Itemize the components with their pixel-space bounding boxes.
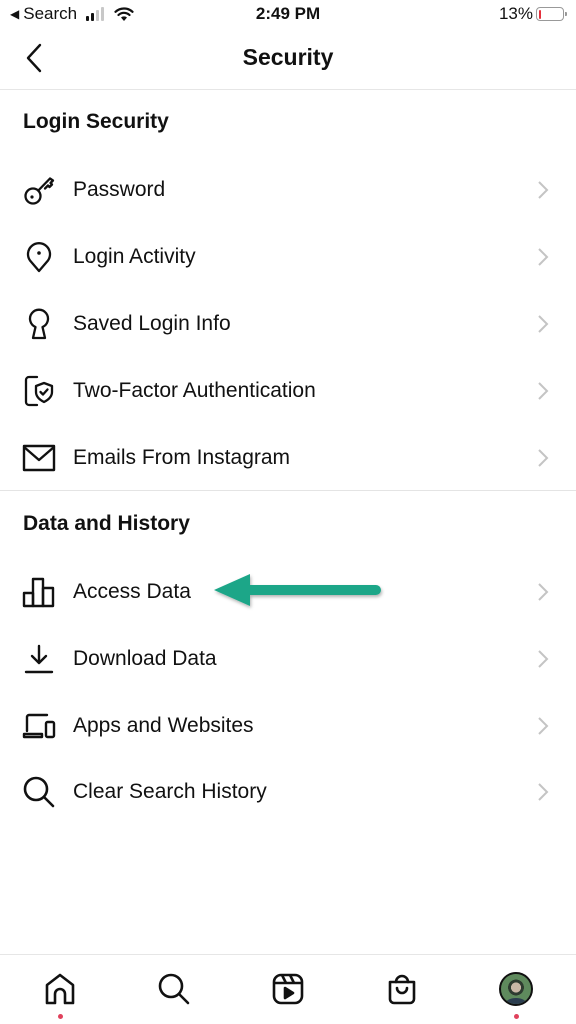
menu-item-clear-search-history[interactable]: Clear Search History [0, 758, 576, 825]
bottom-navigation [0, 954, 576, 1024]
menu-item-emails-from-instagram[interactable]: Emails From Instagram [0, 424, 576, 491]
menu-item-label: Two-Factor Authentication [73, 378, 316, 402]
menu-item-label: Access Data [73, 579, 191, 603]
menu-item-two-factor-authentication[interactable]: Two-Factor Authentication [0, 357, 576, 424]
section-title-data-and-history: Data and History [23, 512, 190, 535]
battery-level [538, 9, 542, 19]
menu-item-password[interactable]: Password [0, 156, 576, 223]
menu-item-login-activity[interactable]: Login Activity [0, 223, 576, 290]
home-icon [45, 973, 75, 1005]
section-divider [0, 490, 576, 491]
chevron-right-icon [538, 180, 549, 199]
battery-status: 13% [498, 4, 567, 24]
menu-item-label: Saved Login Info [73, 311, 231, 335]
phone-shield-icon [21, 373, 57, 409]
header: Security [0, 30, 576, 90]
nav-profile[interactable] [496, 969, 536, 1019]
menu-item-label: Login Activity [73, 244, 196, 268]
notification-dot [514, 1014, 519, 1019]
menu-item-saved-login-info[interactable]: Saved Login Info [0, 290, 576, 357]
status-time: 2:49 PM [255, 4, 321, 23]
envelope-icon [21, 440, 57, 476]
chevron-right-icon [538, 582, 549, 601]
location-pin-icon [21, 239, 57, 275]
notification-dot [58, 1014, 63, 1019]
chevron-right-icon [538, 782, 549, 801]
menu-item-label: Password [73, 177, 166, 201]
chevron-right-icon [538, 649, 549, 668]
status-bar: ◀ Search 2:49 PM 13% [0, 0, 576, 30]
menu-item-apps-and-websites[interactable]: Apps and Websites [0, 692, 576, 759]
nav-shop[interactable] [382, 969, 422, 1009]
battery-percent: 13% [498, 4, 533, 23]
download-icon [21, 641, 57, 677]
nav-search[interactable] [154, 969, 194, 1009]
reels-icon [272, 973, 304, 1005]
key-icon [21, 172, 57, 208]
nav-reels[interactable] [268, 969, 308, 1009]
chevron-right-icon [538, 381, 549, 400]
battery-icon [536, 7, 567, 21]
chevron-right-icon [538, 716, 549, 735]
search-icon [21, 774, 57, 810]
annotation-arrow [214, 574, 381, 606]
nav-home[interactable] [40, 969, 80, 1019]
shopping-bag-icon [388, 974, 416, 1005]
page-title: Security [242, 44, 334, 70]
laptop-phone-icon [21, 708, 57, 744]
avatar [499, 972, 533, 1006]
chevron-right-icon [538, 314, 549, 333]
menu-item-download-data[interactable]: Download Data [0, 625, 576, 692]
menu-item-label: Apps and Websites [73, 713, 254, 737]
menu-item-label: Clear Search History [73, 779, 267, 803]
chevron-right-icon [538, 448, 549, 467]
chevron-right-icon [538, 247, 549, 266]
section-title-login-security: Login Security [23, 110, 169, 133]
menu-item-label: Download Data [73, 646, 217, 670]
keyhole-icon [21, 306, 57, 342]
search-icon [158, 973, 190, 1005]
menu-item-label: Emails From Instagram [73, 445, 291, 469]
bar-chart-icon [21, 574, 57, 610]
